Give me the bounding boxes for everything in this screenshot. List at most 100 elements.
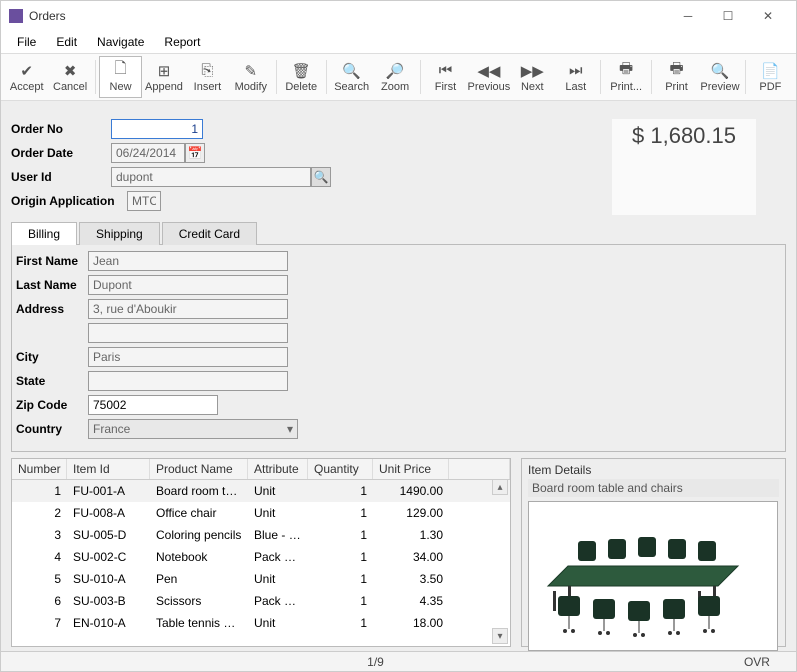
prev-icon: ◀◀ [477, 62, 500, 80]
col-quantity[interactable]: Quantity [308, 459, 373, 479]
cell-unit-price: 18.00 [373, 614, 449, 632]
insert-button[interactable]: ⎘Insert [186, 56, 229, 98]
first-button[interactable]: ⏮First [424, 56, 467, 98]
grid-body: 1FU-001-ABoard room table...Unit11490.00… [12, 480, 510, 646]
country-label: Country [16, 422, 88, 436]
table-row[interactable]: 3SU-005-DColoring pencilsBlue - Pa...11.… [12, 524, 510, 546]
table-row[interactable]: 1FU-001-ABoard room table...Unit11490.00 [12, 480, 510, 502]
user-id-label: User Id [11, 170, 111, 184]
cell-item-id: SU-003-B [67, 592, 150, 610]
country-value: France [93, 422, 130, 436]
menu-report[interactable]: Report [154, 33, 210, 51]
country-select[interactable]: France▾ [88, 419, 298, 439]
cell-product-name: Pen [150, 570, 248, 588]
line-items-grid[interactable]: Number Item Id Product Name Attribute Qu… [11, 458, 511, 647]
print-button[interactable]: 🖶Print [655, 56, 698, 98]
total-price-display: $ 1,680.15 [612, 119, 756, 215]
table-row[interactable]: 4SU-002-CNotebookPack of 10134.00 [12, 546, 510, 568]
cell-unit-price: 34.00 [373, 548, 449, 566]
cell-attribute: Pack of 5 [248, 592, 308, 610]
cell-quantity: 1 [308, 526, 373, 544]
cell-number: 5 [12, 570, 67, 588]
cell-number: 2 [12, 504, 67, 522]
cell-attribute: Unit [248, 614, 308, 632]
cell-attribute: Unit [248, 482, 308, 500]
new-button[interactable]: 🗋New [99, 56, 142, 98]
plus-box-icon: ⊞ [158, 62, 171, 80]
col-number[interactable]: Number [12, 459, 67, 479]
table-row[interactable]: 7EN-010-ATable tennis pad...Unit118.00 [12, 612, 510, 634]
menu-navigate[interactable]: Navigate [87, 33, 154, 51]
print-dialog-button[interactable]: 🖶Print... [604, 56, 647, 98]
scroll-up-button[interactable]: ▴ [492, 479, 508, 495]
cancel-button[interactable]: ✖Cancel [48, 56, 91, 98]
col-product-name[interactable]: Product Name [150, 459, 248, 479]
first-name-input[interactable] [88, 251, 288, 271]
next-button[interactable]: ▶▶Next [511, 56, 554, 98]
cell-number: 7 [12, 614, 67, 632]
table-row[interactable]: 5SU-010-APenUnit13.50 [12, 568, 510, 590]
pdf-button[interactable]: 📄PDF [749, 56, 792, 98]
maximize-button[interactable]: ☐ [708, 1, 748, 31]
cell-product-name: Coloring pencils [150, 526, 248, 544]
new-doc-icon: 🗋 [115, 62, 127, 80]
user-lookup-button[interactable]: 🔍 [311, 167, 331, 187]
modify-button[interactable]: ✎Modify [229, 56, 272, 98]
delete-button[interactable]: 🗑Delete [280, 56, 323, 98]
accept-button[interactable]: ✔Accept [5, 56, 48, 98]
table-row[interactable]: 2FU-008-AOffice chairUnit1129.00 [12, 502, 510, 524]
append-button[interactable]: ⊞Append [142, 56, 185, 98]
calendar-button[interactable]: 📅 [185, 143, 205, 163]
cell-attribute: Unit [248, 570, 308, 588]
cell-attribute: Pack of 10 [248, 548, 308, 566]
cell-number: 1 [12, 482, 67, 500]
status-bar: 1/9 OVR [1, 651, 796, 671]
order-date-input[interactable] [111, 143, 185, 163]
toolbar-separator [276, 60, 277, 94]
city-label: City [16, 350, 88, 364]
order-no-input[interactable] [111, 119, 203, 139]
toolbar-separator [420, 60, 421, 94]
tab-credit-card[interactable]: Credit Card [162, 222, 257, 245]
cell-number: 6 [12, 592, 67, 610]
page-indicator: 1/9 [367, 655, 384, 669]
address-line1-input[interactable] [88, 299, 288, 319]
search-button[interactable]: 🔍Search [330, 56, 373, 98]
minimize-button[interactable]: ─ [668, 1, 708, 31]
menu-bar: File Edit Navigate Report [1, 31, 796, 53]
cell-item-id: FU-001-A [67, 482, 150, 500]
last-name-input[interactable] [88, 275, 288, 295]
content-area: Order No Order Date 📅 User Id 🔍 Origin A… [1, 101, 796, 651]
tab-shipping[interactable]: Shipping [79, 222, 160, 245]
menu-edit[interactable]: Edit [46, 33, 87, 51]
preview-button[interactable]: 🔍Preview [698, 56, 741, 98]
cell-attribute: Unit [248, 504, 308, 522]
zoom-button[interactable]: 🔎Zoom [373, 56, 416, 98]
city-input[interactable] [88, 347, 288, 367]
last-button[interactable]: ⏭Last [554, 56, 597, 98]
address-line2-input[interactable] [88, 323, 288, 343]
cell-number: 3 [12, 526, 67, 544]
menu-file[interactable]: File [7, 33, 46, 51]
origin-app-input [127, 191, 161, 211]
preview-icon: 🔍 [711, 62, 730, 80]
zip-label: Zip Code [16, 398, 88, 412]
col-attribute[interactable]: Attribute [248, 459, 308, 479]
col-item-id[interactable]: Item Id [67, 459, 150, 479]
order-date-label: Order Date [11, 146, 111, 160]
cell-unit-price: 1490.00 [373, 482, 449, 500]
tab-billing[interactable]: Billing [11, 222, 77, 245]
cell-unit-price: 129.00 [373, 504, 449, 522]
col-unit-price[interactable]: Unit Price [373, 459, 449, 479]
zip-input[interactable] [88, 395, 218, 415]
scroll-down-button[interactable]: ▾ [492, 628, 508, 644]
state-input[interactable] [88, 371, 288, 391]
user-id-input[interactable] [111, 167, 311, 187]
cell-attribute: Blue - Pa... [248, 526, 308, 544]
first-icon: ⏮ [439, 62, 453, 80]
next-icon: ▶▶ [521, 62, 544, 80]
close-button[interactable]: ✕ [748, 1, 788, 31]
previous-button[interactable]: ◀◀Previous [467, 56, 510, 98]
table-row[interactable]: 6SU-003-BScissorsPack of 514.35 [12, 590, 510, 612]
cell-item-id: SU-010-A [67, 570, 150, 588]
